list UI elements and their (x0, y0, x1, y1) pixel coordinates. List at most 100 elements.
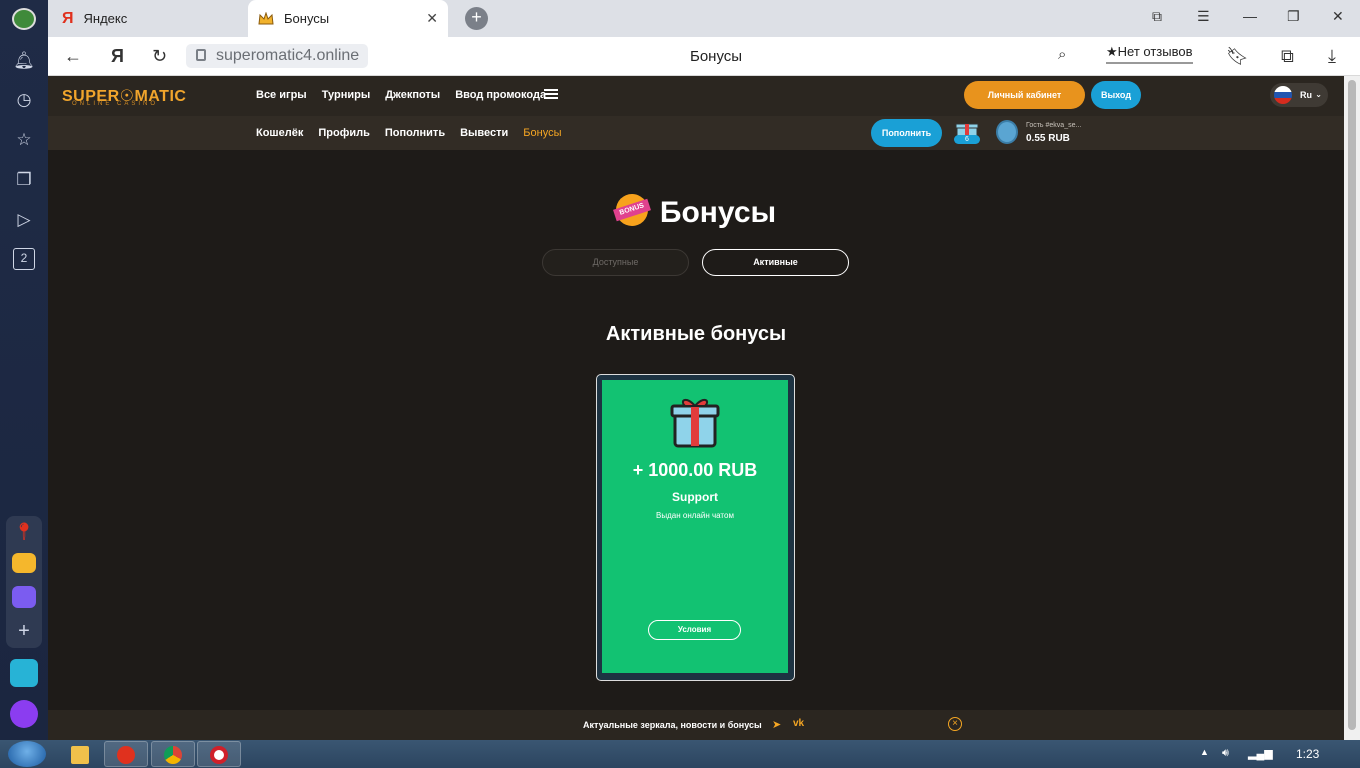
bonus-card-body: + 1000.00 RUB Support Выдан онлайн чатом… (602, 380, 788, 673)
tab-count-icon[interactable]: 2 (13, 248, 35, 270)
network-icon[interactable]: ▂▄▆ (1248, 747, 1273, 760)
taskbar-chrome[interactable] (151, 741, 195, 767)
star-icon[interactable]: ☆ (12, 128, 36, 152)
bonus-amount: + 1000.00 RUB (632, 460, 758, 480)
windows-taskbar: ▲ 🔊︎ ▂▄▆ 1:23 (0, 740, 1360, 768)
nav-profile[interactable]: Профиль (318, 127, 369, 139)
translate-icon[interactable]: ⧉ (1281, 46, 1294, 67)
bonus-title: Support (672, 490, 718, 504)
messenger-icon[interactable] (12, 586, 36, 608)
opera-icon (210, 746, 228, 764)
guest-label: Гость #ekva_se... (1026, 122, 1082, 129)
main-nav-links: Все игры Турниры Джекпоты Ввод промокода (256, 89, 546, 101)
banner-text: Актуальные зеркала, новости и бонусы (583, 720, 762, 730)
deposit-button[interactable]: Пополнить (871, 119, 942, 147)
close-banner-icon[interactable]: × (948, 717, 962, 731)
language-label: Ru (1300, 90, 1312, 100)
nav-bonuses[interactable]: Бонусы (523, 127, 561, 139)
nav-tournaments[interactable]: Турниры (322, 89, 371, 101)
tab-yandex[interactable]: Я Яндекс (50, 0, 246, 37)
download-icon[interactable]: ⤓ (1328, 46, 1336, 67)
search-icon[interactable]: ⌕ (1058, 46, 1066, 63)
clock[interactable]: 1:23 (1296, 747, 1319, 761)
yandex-icon: Я (62, 9, 74, 27)
bookmarks-panel-icon[interactable]: ⧉ (1152, 8, 1162, 25)
crown-icon (258, 11, 274, 24)
minimize-icon[interactable]: — (1243, 8, 1257, 24)
back-icon[interactable]: ← (64, 46, 82, 67)
bell-icon[interactable]: 🔔︎ (12, 49, 36, 73)
terms-button[interactable]: Условия (648, 620, 741, 640)
nav-deposit[interactable]: Пополнить (385, 127, 445, 139)
close-tab-icon[interactable]: ✕ (426, 10, 438, 27)
menu-icon[interactable]: ☰ (1197, 8, 1210, 25)
tray-expand-icon[interactable]: ▲ (1200, 747, 1209, 757)
section-heading: Активные бонусы (605, 323, 787, 345)
mirrors-banner: Актуальные зеркала, новости и бонусы ➤ v… (48, 710, 1344, 740)
nav-all-games[interactable]: Все игры (256, 89, 307, 101)
volume-icon[interactable]: 🔊︎ (1222, 747, 1229, 760)
logo-subtitle: ONLINE CASINO (72, 101, 159, 107)
user-avatar-icon[interactable] (996, 120, 1018, 144)
site-viewport: SUPER☉MATIC ONLINE CASINO Все игры Турни… (48, 76, 1344, 740)
chevron-down-icon: ⌄ (1315, 90, 1322, 99)
tab-label: Яндекс (83, 11, 128, 26)
heading-text: Бонусы (659, 196, 777, 229)
scrollbar-thumb[interactable] (1348, 80, 1356, 730)
russia-flag-icon (1274, 86, 1292, 104)
page-scrollbar[interactable] (1344, 76, 1360, 740)
reviews-button[interactable]: ★Нет отзывов (1106, 44, 1193, 64)
vk-icon[interactable]: vk (793, 718, 804, 729)
tab-available[interactable]: Доступные (542, 249, 689, 276)
address-text: superomatic4.online (216, 47, 360, 64)
page-heading: BONUS Бонусы (48, 194, 1344, 230)
gift-box-icon (670, 399, 720, 448)
taskbar-explorer[interactable] (58, 741, 102, 767)
start-button[interactable] (8, 741, 46, 767)
add-icon[interactable]: + (12, 619, 36, 643)
collections-icon[interactable]: ❐ (12, 168, 36, 192)
page-title: Бонусы (690, 48, 743, 65)
browser-side-panel: 🔔︎ ◷ ☆ ❐ ▷ 2 📍︎ + (0, 0, 48, 740)
yandex-home-icon[interactable]: Я (111, 46, 124, 67)
gift-count-badge: 6 (954, 135, 980, 144)
bonus-card: + 1000.00 RUB Support Выдан онлайн чатом… (596, 374, 795, 681)
mail-icon[interactable] (12, 553, 36, 573)
nav-jackpots[interactable]: Джекпоты (385, 89, 440, 101)
profile-avatar[interactable] (12, 8, 36, 30)
account-nav: Кошелёк Профиль Пополнить Вывести Бонусы (48, 116, 1344, 150)
new-tab-button[interactable]: + (465, 7, 488, 30)
main-nav: SUPER☉MATIC ONLINE CASINO Все игры Турни… (48, 76, 1344, 116)
star-icon: ★ (1106, 44, 1118, 59)
nav-wallet[interactable]: Кошелёк (256, 127, 303, 139)
language-selector[interactable]: Ru ⌄ (1270, 83, 1328, 107)
browser-toolbar: ← Я ↻ superomatic4.online Бонусы ⌕ ★Нет … (48, 37, 1360, 76)
alice-icon[interactable] (10, 700, 38, 728)
bonus-description: Выдан онлайн чатом (656, 511, 734, 520)
nav-promocode[interactable]: Ввод промокода (455, 89, 546, 101)
map-pin-icon[interactable]: 📍︎ (12, 520, 36, 544)
bookmark-icon[interactable]: 🔖︎ (1226, 46, 1249, 67)
chrome-icon (164, 746, 182, 764)
tab-label: Бонусы (284, 11, 330, 26)
nav-withdraw[interactable]: Вывести (460, 127, 508, 139)
history-icon[interactable]: ◷ (12, 88, 36, 112)
play-icon[interactable]: ▷ (12, 208, 36, 232)
taskbar-yandex-browser[interactable] (104, 741, 148, 767)
folder-icon (71, 746, 89, 764)
balance: 0.55 RUB (1026, 133, 1070, 144)
close-window-icon[interactable]: ✕ (1332, 8, 1344, 25)
reload-icon[interactable]: ↻ (152, 46, 167, 67)
taskbar-opera[interactable] (197, 741, 241, 767)
tab-bonuses[interactable]: Бонусы ✕ (248, 0, 448, 37)
account-nav-links: Кошелёк Профиль Пополнить Вывести Бонусы (256, 127, 562, 139)
cabinet-button[interactable]: Личный кабинет (964, 81, 1085, 109)
address-bar[interactable]: superomatic4.online (186, 44, 368, 68)
telegram-icon[interactable]: ➤ (772, 718, 781, 731)
hamburger-menu-icon[interactable] (544, 89, 558, 99)
restore-icon[interactable]: ❐ (1287, 8, 1300, 25)
tab-active[interactable]: Активные (702, 249, 849, 276)
browser-tab-bar: Я Яндекс Бонусы ✕ + ⧉ ☰ — ❐ ✕ (0, 0, 1360, 37)
exit-button[interactable]: Выход (1091, 81, 1141, 109)
send-app-icon[interactable] (10, 659, 38, 687)
